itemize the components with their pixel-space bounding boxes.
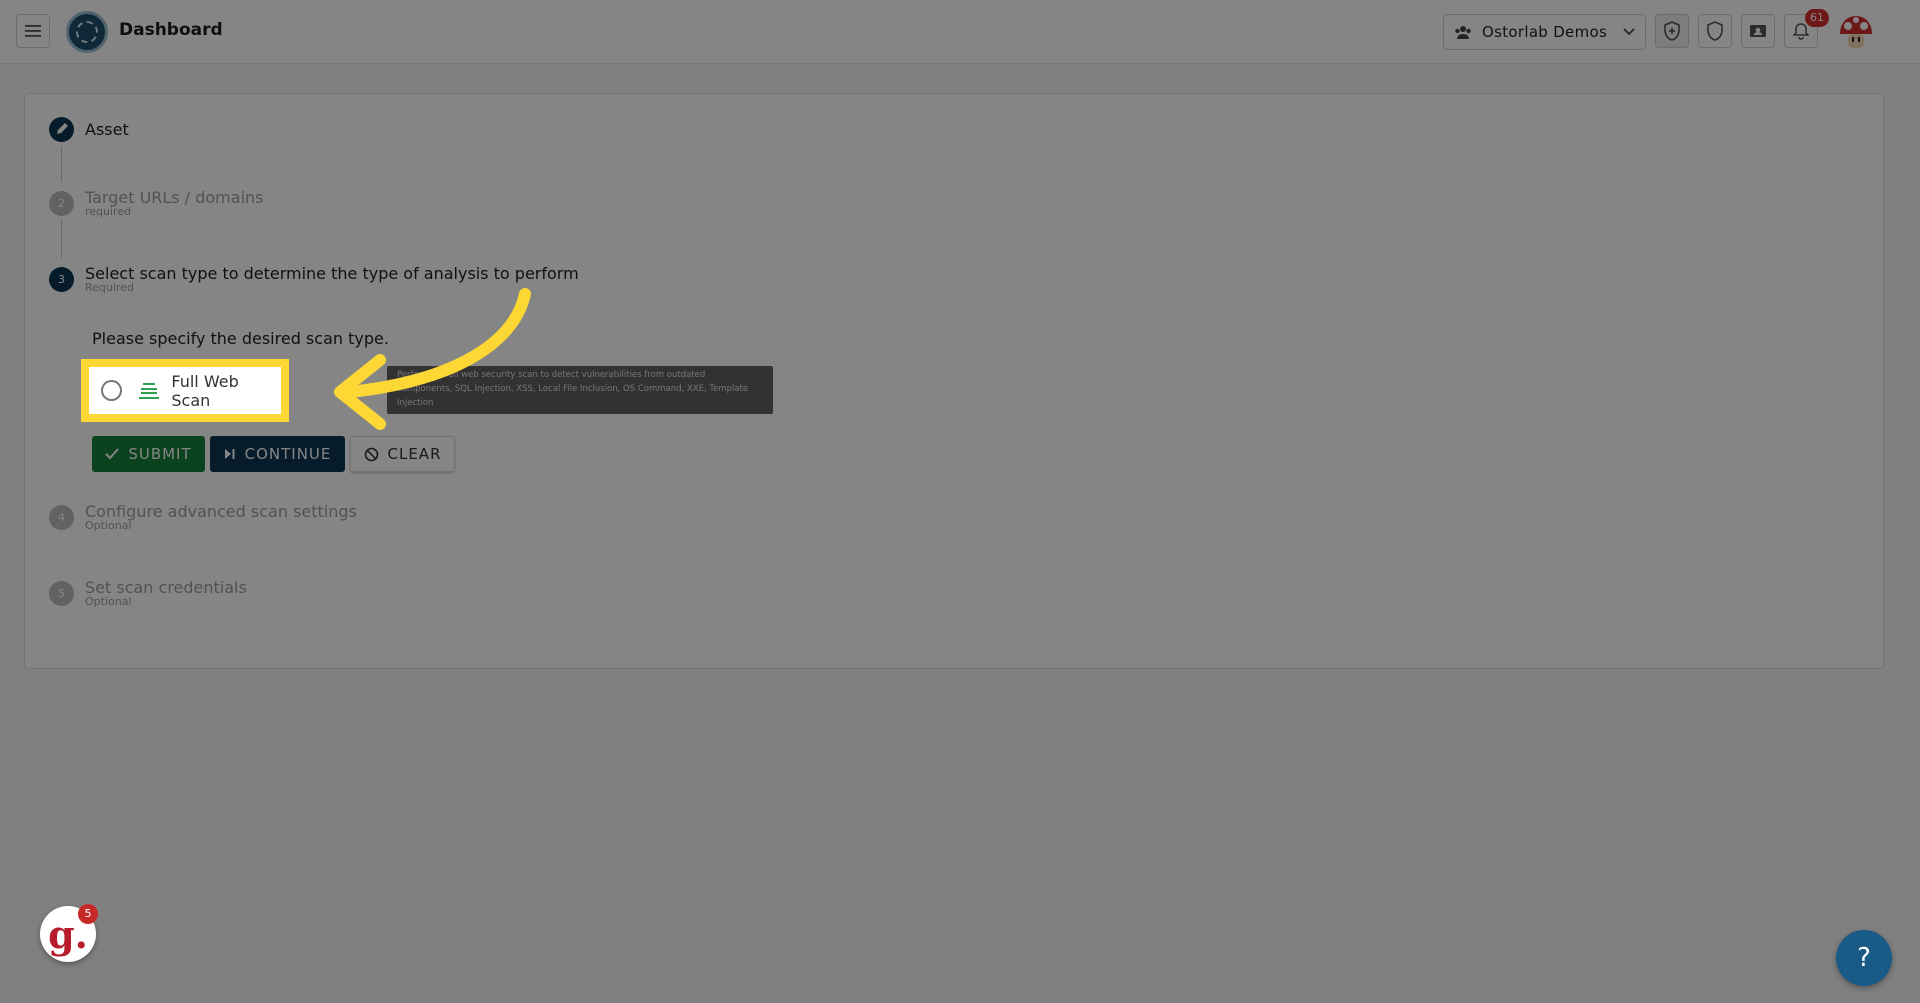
step-2-subtitle: required — [85, 205, 132, 218]
submit-button[interactable]: SUBMIT — [92, 436, 205, 472]
skip-next-icon — [224, 449, 235, 459]
step-connector — [61, 146, 62, 182]
step-3-title[interactable]: Select scan type to determine the type o… — [85, 264, 579, 283]
step-1-title[interactable]: Asset — [85, 120, 129, 139]
help-button[interactable]: ? — [1836, 930, 1892, 986]
step-4-subtitle: Optional — [85, 519, 132, 532]
hamburger-menu-button[interactable] — [16, 14, 50, 48]
bell-icon — [1793, 23, 1809, 40]
notification-badge: 61 — [1805, 9, 1829, 27]
new-scan-stepper-card — [24, 93, 1884, 669]
full-web-scan-option[interactable]: Full Web Scan — [81, 359, 289, 422]
question-mark-icon: ? — [1857, 943, 1871, 973]
step-connector — [61, 220, 62, 258]
page-title: Dashboard — [119, 20, 223, 40]
organization-select[interactable]: Ostorlab Demos — [1443, 14, 1646, 50]
full-web-scan-radio[interactable] — [101, 380, 122, 401]
chevron-down-icon — [1623, 28, 1635, 36]
clear-button[interactable]: CLEAR — [350, 436, 455, 472]
ostorlab-logo[interactable] — [66, 11, 108, 53]
mushroom-avatar-icon — [1840, 16, 1872, 48]
step-5-subtitle: Optional — [85, 595, 132, 608]
user-avatar[interactable] — [1836, 12, 1876, 52]
scan-shield-button[interactable] — [1655, 14, 1689, 48]
contacts-button[interactable] — [1741, 14, 1775, 48]
web-scan-icon — [138, 380, 160, 402]
continue-button[interactable]: CONTINUE — [210, 436, 345, 472]
group-icon — [1455, 26, 1471, 39]
scan-type-tooltip: Performs a full web security scan to det… — [387, 366, 773, 414]
organization-name: Ostorlab Demos — [1482, 23, 1608, 41]
scan-type-instruction: Please specify the desired scan type. — [92, 329, 389, 348]
step-2-number[interactable]: 2 — [49, 191, 74, 216]
hamburger-icon — [25, 25, 41, 37]
guide-badge: 5 — [78, 904, 98, 924]
step-1-edit-indicator[interactable] — [49, 117, 74, 142]
top-bar: Dashboard Ostorlab Demos 61 — [0, 0, 1920, 64]
pencil-icon — [57, 123, 68, 134]
step-4-number[interactable]: 4 — [49, 505, 74, 530]
step-5-number[interactable]: 5 — [49, 581, 74, 606]
clear-button-label: CLEAR — [387, 445, 442, 463]
security-button[interactable] — [1698, 14, 1732, 48]
check-icon — [105, 448, 120, 460]
submit-button-label: SUBMIT — [128, 445, 192, 463]
shield-plus-icon — [1664, 21, 1680, 41]
step-3-number[interactable]: 3 — [49, 267, 74, 292]
step-3-subtitle: Required — [85, 281, 134, 294]
full-web-scan-label: Full Web Scan — [171, 371, 239, 410]
continue-button-label: CONTINUE — [244, 445, 332, 463]
block-icon — [364, 447, 378, 461]
contact-card-icon — [1750, 25, 1766, 37]
shield-icon — [1707, 21, 1723, 41]
